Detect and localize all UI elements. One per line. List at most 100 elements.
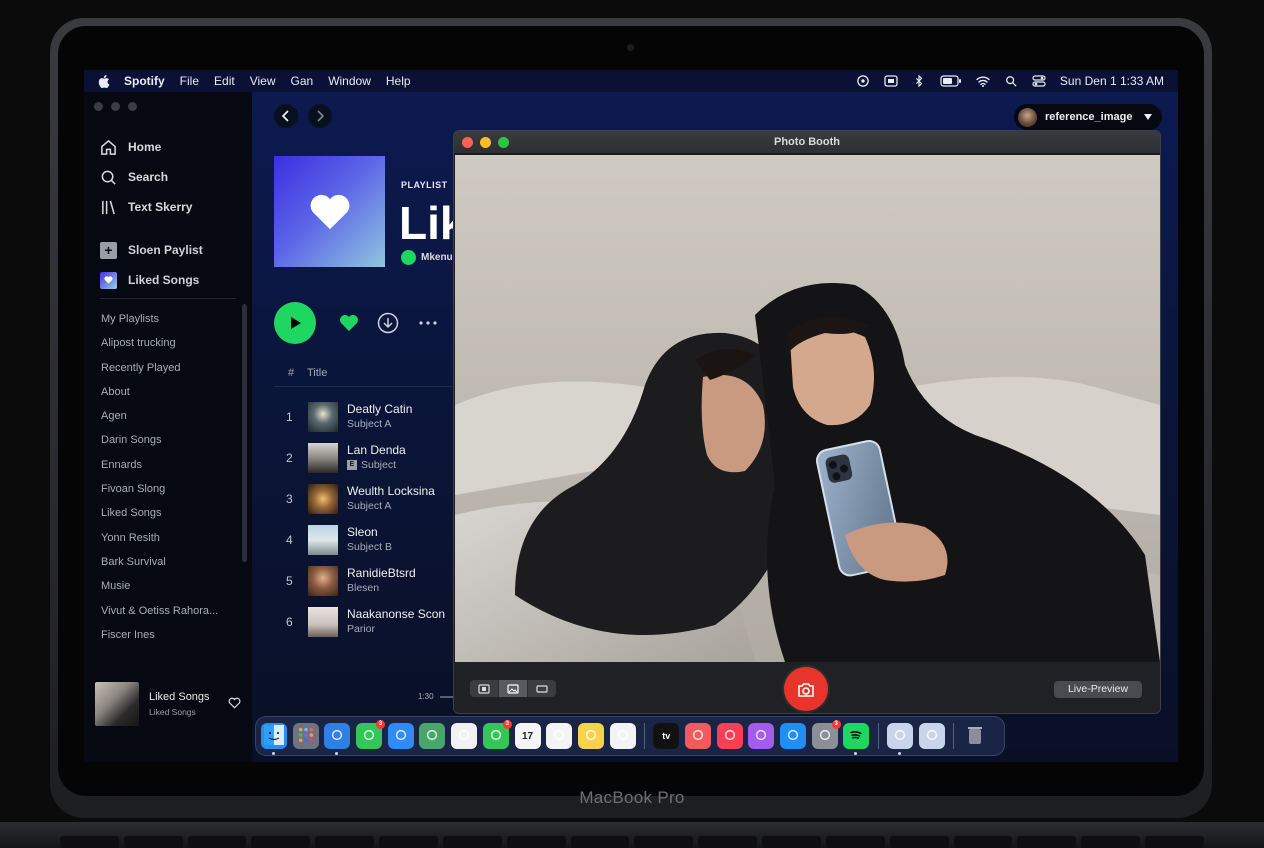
dock-app-messages[interactable]: 3 — [356, 720, 386, 749]
sidebar-item-liked-songs[interactable]: Liked Songs — [100, 265, 203, 295]
sidebar-item-search[interactable]: Search — [100, 162, 192, 192]
menu-edit[interactable]: Edit — [214, 74, 235, 88]
play-button[interactable] — [274, 302, 316, 344]
mode-video-button[interactable] — [528, 680, 556, 697]
dock-app-launchpad[interactable] — [292, 723, 319, 749]
sidebar-actions: + Sloen Paylist Liked Songs — [100, 235, 203, 295]
playlist-item[interactable]: My Playlists — [101, 307, 231, 331]
create-playlist-button[interactable]: + Sloen Paylist — [100, 235, 203, 265]
control-center-icon[interactable] — [1032, 75, 1046, 87]
zoom-window-button[interactable] — [128, 102, 137, 111]
back-button[interactable] — [274, 104, 298, 128]
zoom-window-button[interactable] — [498, 137, 509, 148]
more-options-button[interactable] — [417, 312, 439, 334]
menu-view[interactable]: View — [250, 74, 276, 88]
forward-button[interactable] — [308, 104, 332, 128]
webcam — [627, 44, 634, 51]
dock-app-finder[interactable] — [261, 723, 287, 755]
spotlight-icon[interactable] — [1004, 75, 1018, 87]
dock-app-spotify[interactable] — [843, 723, 870, 755]
menu-app-name[interactable]: Spotify — [124, 74, 165, 88]
sidebar-scrollbar[interactable] — [242, 304, 247, 562]
sidebar-item-home[interactable]: Home — [100, 132, 192, 162]
dock-app-app-store[interactable] — [780, 723, 806, 749]
dock-app-freeform[interactable] — [609, 723, 636, 749]
dock-app-system-settings[interactable]: 3 — [811, 720, 841, 749]
running-indicator — [272, 752, 275, 755]
playlist-item[interactable]: Recently Played — [101, 356, 231, 380]
dock-app-music[interactable] — [716, 723, 743, 749]
battery-icon[interactable] — [940, 75, 962, 87]
camera-icon — [798, 682, 814, 697]
playlist-item[interactable]: Vivut & Oetiss Rahora... — [101, 599, 231, 623]
user-menu[interactable]: reference_image — [1014, 104, 1162, 130]
heart-outline-icon[interactable] — [228, 697, 241, 709]
playlist-item[interactable]: Fivoan Slong — [101, 477, 231, 501]
table-row[interactable]: 1 Deatly Catin Subject A — [274, 397, 454, 438]
download-button[interactable] — [377, 312, 399, 334]
dock-app-maps[interactable] — [419, 723, 446, 749]
close-window-button[interactable] — [94, 102, 103, 111]
playlist-item[interactable]: Musie — [101, 574, 231, 598]
table-row[interactable]: 6 Naakanonse Scon Parior — [274, 602, 454, 643]
mode-4up-button[interactable] — [470, 680, 499, 697]
dock-app-photos[interactable] — [451, 723, 478, 749]
table-row[interactable]: 2 Lan Denda E Subject — [274, 438, 454, 479]
menu-window[interactable]: Window — [328, 74, 371, 88]
table-row[interactable]: 3 Weulth Locksina Subject A — [274, 479, 454, 520]
reminders-icon — [552, 728, 566, 744]
photobooth-titlebar[interactable]: Photo Booth — [454, 131, 1160, 154]
playlist-item[interactable]: Agen — [101, 404, 231, 428]
dock-app-trash[interactable] — [962, 723, 988, 749]
minimize-window-button[interactable] — [111, 102, 120, 111]
progress-bar[interactable] — [440, 696, 454, 698]
playlist-item[interactable]: Ennards — [101, 453, 231, 477]
dock-app-reminders[interactable] — [546, 723, 573, 749]
dock-app-preview-1[interactable] — [887, 723, 914, 755]
playlist-item[interactable]: About — [101, 380, 231, 404]
vpn-icon[interactable] — [856, 75, 870, 87]
dock-app-notes[interactable] — [577, 723, 604, 749]
dock-app-tv[interactable]: tv — [653, 723, 680, 749]
apple-icon[interactable] — [98, 74, 110, 88]
playlist-item[interactable]: Liked Songs — [101, 501, 231, 525]
now-playing: Liked Songs Liked Songs — [84, 670, 252, 740]
track-name: RanidieBtsrd — [347, 566, 416, 580]
playlist-list: My Playlists Alipost trucking Recently P… — [101, 307, 231, 647]
keyboard-icon[interactable] — [884, 75, 898, 87]
column-title[interactable]: Title — [307, 367, 327, 379]
minimize-window-button[interactable] — [480, 137, 491, 148]
dock-app-news[interactable] — [684, 723, 711, 749]
mode-single-photo-button[interactable] — [499, 680, 528, 697]
dock-app-calendar[interactable]: 17 — [514, 723, 541, 749]
playlist-item[interactable]: Yonn Resith — [101, 526, 231, 550]
playlist-owner[interactable]: Mkenu — [401, 250, 453, 265]
shutter-button[interactable] — [784, 667, 828, 711]
playlist-item[interactable]: Bark Survival — [101, 550, 231, 574]
playlist-item[interactable]: Darin Songs — [101, 428, 231, 452]
dock-app-mail[interactable] — [387, 723, 414, 749]
menu-gan[interactable]: Gan — [291, 74, 314, 88]
dock-app-podcasts[interactable] — [748, 723, 775, 749]
dock-app-preview-2[interactable] — [918, 723, 945, 749]
mail-icon — [394, 728, 408, 744]
dock-app-safari[interactable] — [324, 723, 351, 755]
like-button[interactable] — [338, 312, 360, 334]
notification-badge: 3 — [831, 720, 841, 729]
now-playing-artwork[interactable] — [95, 682, 139, 726]
bluetooth-icon[interactable] — [912, 75, 926, 87]
dock-app-facetime[interactable]: 3 — [482, 720, 512, 749]
close-window-button[interactable] — [462, 137, 473, 148]
table-row[interactable]: 4 Sleon Subject B — [274, 520, 454, 561]
menu-help[interactable]: Help — [386, 74, 411, 88]
table-row[interactable]: 5 RanidieBtsrd Blesen — [274, 561, 454, 602]
live-preview-button[interactable]: Live-Preview — [1054, 681, 1142, 698]
menu-file[interactable]: File — [180, 74, 199, 88]
menu-clock[interactable]: Sun Den 1 1:33 AM — [1060, 74, 1164, 88]
now-playing-subtitle[interactable]: Liked Songs — [149, 707, 196, 717]
sidebar-item-library[interactable]: Text Skerry — [100, 192, 192, 222]
wifi-icon[interactable] — [976, 75, 990, 87]
playlist-item[interactable]: Fiscer Ines — [101, 623, 231, 647]
now-playing-title[interactable]: Liked Songs — [149, 691, 210, 703]
playlist-item[interactable]: Alipost trucking — [101, 331, 231, 355]
